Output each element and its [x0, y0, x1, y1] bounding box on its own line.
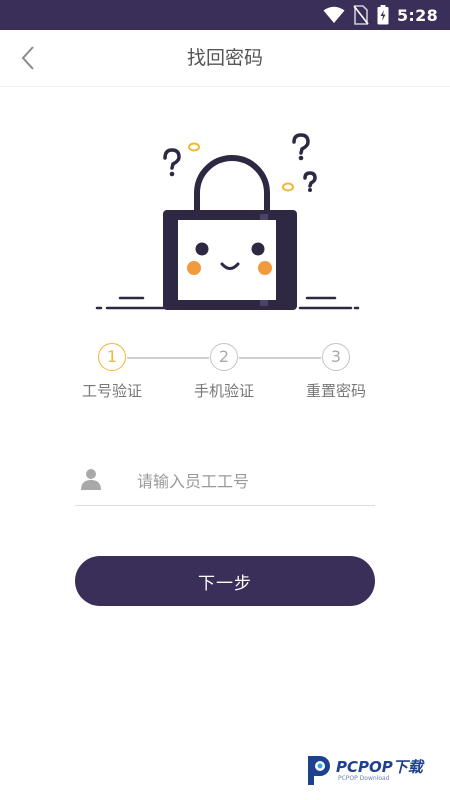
step-connector — [127, 357, 209, 359]
step-3-label: 重置密码 — [305, 382, 366, 400]
lock-shackle — [194, 155, 270, 210]
pcpop-watermark: PCPOP下载 PCPOP Download — [302, 750, 442, 790]
status-icons: 5:28 — [323, 0, 438, 30]
watermark-text: PCPOP下载 — [336, 758, 423, 776]
lock-blush-left — [187, 261, 201, 275]
step-1-circle: 1 — [98, 343, 126, 371]
employee-id-input[interactable] — [135, 463, 374, 499]
lock-eye-left — [195, 242, 209, 256]
watermark-subtext: PCPOP Download — [338, 775, 390, 782]
step-indicator: 1 2 3 工号验证 手机验证 重置密码 — [0, 340, 450, 410]
back-button[interactable] — [8, 38, 48, 78]
step-3-circle: 3 — [322, 343, 350, 371]
deco-oval — [188, 142, 200, 152]
step-1-label: 工号验证 — [81, 382, 142, 400]
lock-blush-right — [258, 261, 272, 275]
no-sim-icon — [353, 5, 369, 25]
app-header: 找回密码 — [0, 30, 450, 87]
next-button[interactable]: 下一步 — [75, 556, 375, 606]
lock-illustration — [95, 133, 360, 310]
step-2-circle: 2 — [210, 343, 238, 371]
step-2-label: 手机验证 — [193, 382, 254, 400]
status-time: 5:28 — [397, 5, 438, 25]
battery-charging-icon — [377, 5, 389, 25]
page-title: 找回密码 — [186, 47, 263, 69]
user-icon — [81, 469, 101, 490]
lock-face-panel — [178, 220, 276, 300]
lock-eye-right — [251, 242, 265, 256]
chevron-left-icon — [21, 46, 34, 70]
status-bar: 5:28 — [0, 0, 450, 30]
employee-id-field — [75, 455, 375, 506]
pcpop-logo-icon — [308, 756, 330, 785]
step-connector — [239, 357, 321, 359]
wifi-icon — [323, 6, 345, 23]
deco-oval — [282, 182, 294, 192]
